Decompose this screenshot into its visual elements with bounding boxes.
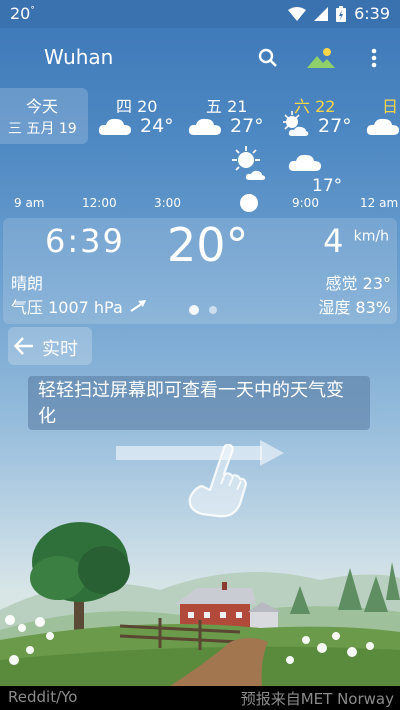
status-temp-value: 20 xyxy=(10,4,31,23)
landscape-icon xyxy=(307,48,335,68)
day-temp: 27° xyxy=(230,115,264,137)
day-temp: 24° xyxy=(140,115,174,137)
wind-unit: km/h xyxy=(353,228,389,245)
status-bar: 20° 6:39 xyxy=(0,0,400,28)
cloud-icon xyxy=(366,118,399,135)
wifi-icon xyxy=(288,6,307,21)
day-today[interactable]: 今天 三 五月 19 xyxy=(0,88,88,144)
current-temperature: 20° xyxy=(167,218,249,272)
page-indicator xyxy=(189,305,217,315)
weather-condition: 晴朗 xyxy=(11,274,44,293)
attribution-author[interactable]: Reddit/Yo xyxy=(8,688,77,706)
more-vert-icon xyxy=(371,48,377,68)
pressure-value: 气压 1007 hPa xyxy=(11,298,123,317)
day-date: 三 五月 19 xyxy=(8,121,77,137)
hourly-temp: 17° xyxy=(312,176,343,196)
current-conditions-panel: 6:39 20° 4 km/h 晴朗 感觉 23° 气压 1007 hPa 湿度… xyxy=(3,218,397,324)
status-clock: 6:39 xyxy=(354,4,390,23)
day-label: 日 xyxy=(382,97,399,116)
swipe-hint: 轻轻扫过屏幕即可查看一天中的天气变化 xyxy=(28,376,370,430)
current-time: 6:39 xyxy=(45,222,125,260)
app-bar: Wuhan xyxy=(0,28,400,86)
daily-forecast-strip: 今天 三 五月 19 四 20 24° 五 21 27° 六 22 27° 日 xyxy=(0,88,400,144)
forecast-source[interactable]: 预报来自MET Norway xyxy=(241,688,394,709)
more-menu-button[interactable] xyxy=(360,44,388,72)
realtime-button[interactable]: 实时 xyxy=(8,327,92,365)
hour-label: 9:00 xyxy=(292,196,319,210)
search-button[interactable] xyxy=(254,44,282,72)
arrow-back-icon xyxy=(14,337,33,355)
day-thursday[interactable]: 四 20 24° xyxy=(98,88,182,144)
realtime-label: 实时 xyxy=(42,339,78,360)
sun-cloud-icon xyxy=(232,146,266,180)
landscape-button[interactable] xyxy=(304,44,338,72)
hour-label: 12:00 xyxy=(82,196,117,210)
hour-label: 12 am xyxy=(360,196,399,210)
page-dot-active xyxy=(189,305,199,315)
day-label: 四 20 xyxy=(116,97,158,116)
pressure: 气压 1007 hPa xyxy=(11,294,147,318)
hour-label: 9 am xyxy=(14,196,45,210)
status-degree: ° xyxy=(30,5,35,16)
day-label: 五 21 xyxy=(206,97,248,116)
wind-speed: 4 km/h xyxy=(323,222,389,260)
day-friday[interactable]: 五 21 27° xyxy=(186,88,270,144)
cloud-icon xyxy=(188,118,221,135)
hour-axis: 9 am 12:00 3:00 9:00 12 am xyxy=(0,196,400,214)
footer-bar: Reddit/Yo 预报来自MET Norway xyxy=(0,686,400,710)
weather-app: { "status_bar": { "time_small": "20", "d… xyxy=(0,0,400,710)
hourly-forecast[interactable]: 17° xyxy=(0,146,400,196)
battery-icon xyxy=(336,5,347,22)
day-saturday[interactable]: 六 22 27° xyxy=(280,88,364,144)
cloud-icon xyxy=(98,118,131,135)
cloud-icon xyxy=(288,154,321,171)
landscape-illustration xyxy=(0,522,400,686)
status-icons: 6:39 xyxy=(288,4,390,23)
day-temp: 27° xyxy=(318,115,352,137)
search-icon xyxy=(258,48,277,67)
sun-cloud-icon xyxy=(283,111,309,136)
current-time-marker[interactable] xyxy=(240,194,258,212)
wind-value: 4 xyxy=(323,222,344,260)
trend-up-arrow-icon xyxy=(130,300,146,312)
feels-like: 感觉 23° xyxy=(325,274,391,293)
hour-label: 3:00 xyxy=(154,196,181,210)
humidity: 湿度 83% xyxy=(318,298,391,317)
day-sunday[interactable]: 日 xyxy=(366,88,400,144)
signal-icon xyxy=(314,6,329,21)
status-temperature: 20° xyxy=(10,4,35,23)
day-label: 今天 xyxy=(26,97,59,116)
page-dot xyxy=(209,306,217,314)
city-name[interactable]: Wuhan xyxy=(44,45,113,69)
